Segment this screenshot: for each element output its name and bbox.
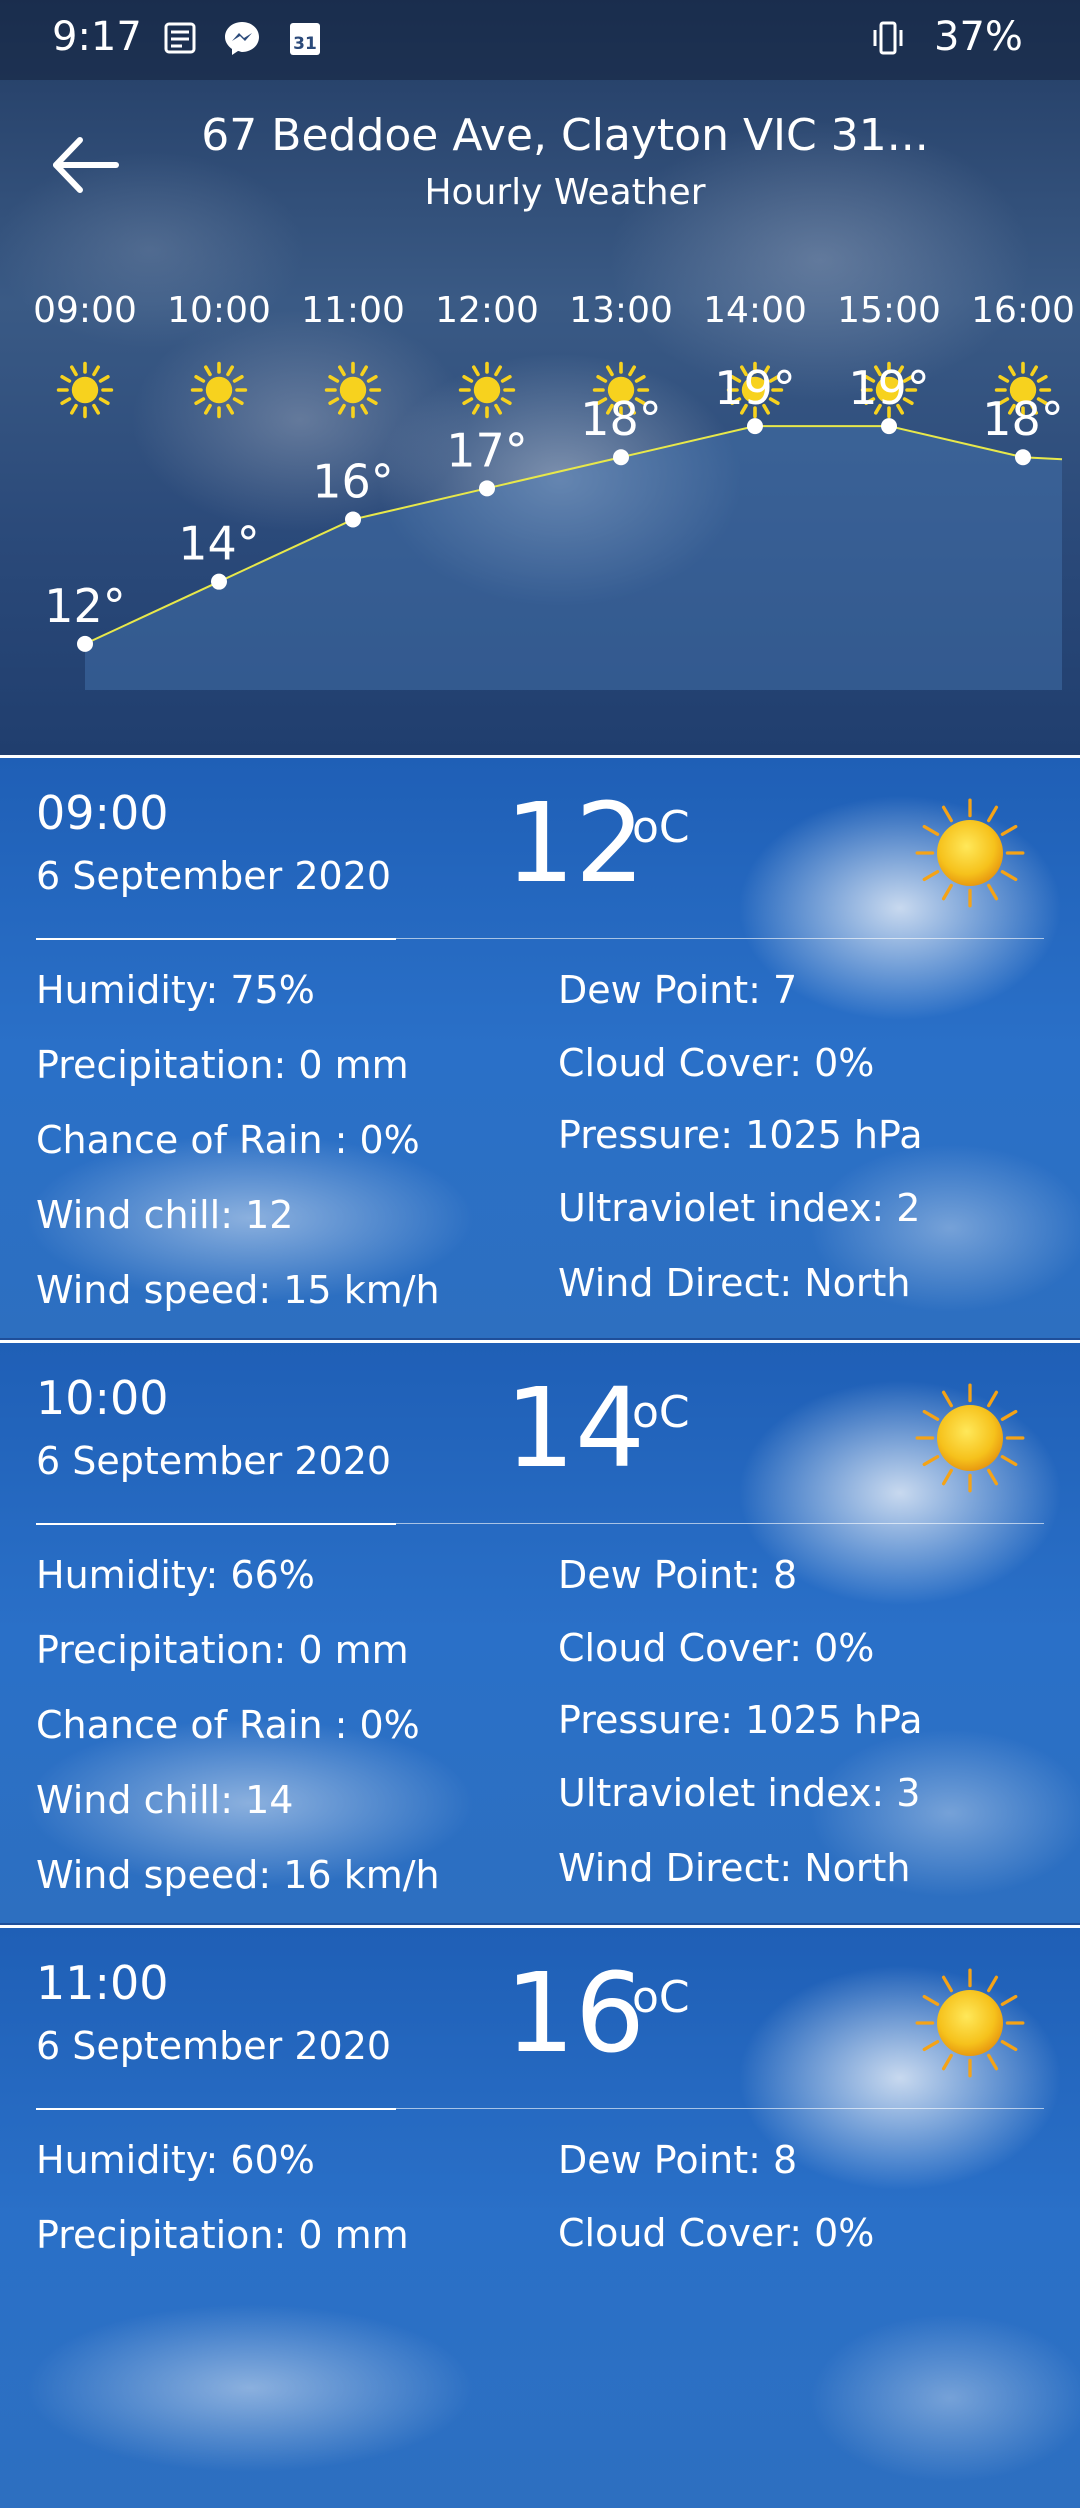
card-temperature: 14 [505, 1364, 645, 1492]
detail-field: Cloud Cover: 0% [558, 1626, 875, 1670]
messenger-icon [225, 22, 259, 55]
hourly-forecast-strip[interactable]: 09:00 10:00 11:00 12:00 13:00 14:00 15:00 16:00… [0, 250, 1080, 750]
detail-field: Dew Point: 8 [558, 2138, 798, 2182]
card-date: 6 September 2020 [36, 854, 392, 898]
divider [36, 1523, 396, 1525]
card-time: 11:00 [36, 1956, 169, 2010]
divider [36, 938, 396, 940]
detail-field: Wind speed: 15 km/h [36, 1268, 440, 1312]
arrow-back-icon[interactable] [40, 120, 130, 210]
divider [396, 938, 1044, 939]
location-title: 67 Beddoe Ave, Clayton VIC 31... [201, 110, 929, 161]
detail-field: Precipitation: 0 mm [36, 1043, 409, 1087]
sun-icon [915, 798, 1025, 908]
detail-field: Dew Point: 7 [558, 968, 798, 1012]
vibrate-icon [873, 21, 903, 55]
temperature-unit: oC [632, 1387, 690, 1438]
svg-text:31: 31 [293, 34, 317, 54]
detail-field: Ultraviolet index: 3 [558, 1771, 921, 1815]
temperature-line-chart: 12° 14° 16° 17° 18° 19° 19° 18° [44, 361, 1064, 690]
detail-field: Wind Direct: North [558, 1261, 911, 1305]
temperature-point [77, 635, 93, 652]
news-icon [164, 22, 196, 54]
temperature-label: 14° [178, 517, 260, 571]
temperature-label: 19° [848, 361, 930, 415]
temperature-point [747, 418, 763, 435]
card-temperature: 16 [505, 1949, 645, 2077]
detail-field: Humidity: 66% [36, 1553, 315, 1597]
hourly-detail-card[interactable]: 11:00 6 September 2020 16 oC Humidity: 60% Pr… [0, 1925, 1080, 2508]
temperature-point [881, 418, 897, 435]
detail-field: Humidity: 75% [36, 968, 315, 1012]
detail-field: Humidity: 60% [36, 2138, 315, 2182]
app-bar: 67 Beddoe Ave, Clayton VIC 31... Hourly … [0, 80, 1080, 250]
temperature-point [479, 480, 495, 497]
temperature-unit: oC [632, 1972, 690, 2023]
battery-level: 37% [934, 14, 1023, 60]
detail-field: Chance of Rain : 0% [36, 1703, 420, 1747]
detail-field: Cloud Cover: 0% [558, 1041, 875, 1085]
detail-field: Wind Direct: North [558, 1846, 911, 1890]
temperature-point [613, 449, 629, 466]
detail-field: Ultraviolet index: 2 [558, 1186, 921, 1230]
detail-field: Dew Point: 8 [558, 1553, 798, 1597]
hourly-detail-card[interactable]: 09:00 6 September 2020 12 oC Humidity: 75% Pr… [0, 755, 1080, 1338]
detail-field: Cloud Cover: 0% [558, 2211, 875, 2255]
card-temperature: 12 [505, 779, 645, 907]
temperature-point [345, 511, 361, 528]
temperature-point [211, 573, 227, 590]
calendar-31-icon: 31 [290, 23, 320, 55]
sun-icon [915, 1383, 1025, 1493]
detail-field: Precipitation: 0 mm [36, 2213, 409, 2257]
card-date: 6 September 2020 [36, 1439, 392, 1483]
temperature-label: 18° [580, 392, 662, 446]
temperature-label: 18° [982, 392, 1064, 446]
detail-field: Precipitation: 0 mm [36, 1628, 409, 1672]
detail-field: Wind speed: 16 km/h [36, 1853, 440, 1897]
divider [36, 2108, 396, 2110]
detail-field: Wind chill: 12 [36, 1193, 294, 1237]
temperature-point [1015, 449, 1031, 466]
temperature-label: 16° [312, 454, 394, 508]
divider [396, 1523, 1044, 1524]
detail-field: Wind chill: 14 [36, 1778, 294, 1822]
card-time: 10:00 [36, 1371, 169, 1425]
detail-field: Pressure: 1025 hPa [558, 1113, 923, 1157]
screen-subtitle: Hourly Weather [424, 172, 706, 213]
status-time: 9:17 [52, 14, 142, 60]
temperature-label: 17° [446, 423, 528, 477]
temperature-unit: oC [632, 802, 690, 853]
hourly-detail-card[interactable]: 10:00 6 September 2020 14 oC Humidity: 66% Pr… [0, 1340, 1080, 1923]
sun-icon [915, 1968, 1025, 2078]
temperature-label: 12° [44, 579, 126, 633]
status-bar: 9:17 31 37% [0, 0, 1080, 80]
hourly-hero: 9:17 31 37% 67 Beddoe Ave, Clayton VIC 3… [0, 0, 1080, 755]
detail-field: Chance of Rain : 0% [36, 1118, 420, 1162]
temperature-label: 19° [714, 361, 796, 415]
divider [396, 2108, 1044, 2109]
card-date: 6 September 2020 [36, 2024, 392, 2068]
detail-field: Pressure: 1025 hPa [558, 1698, 923, 1742]
card-time: 09:00 [36, 786, 169, 840]
